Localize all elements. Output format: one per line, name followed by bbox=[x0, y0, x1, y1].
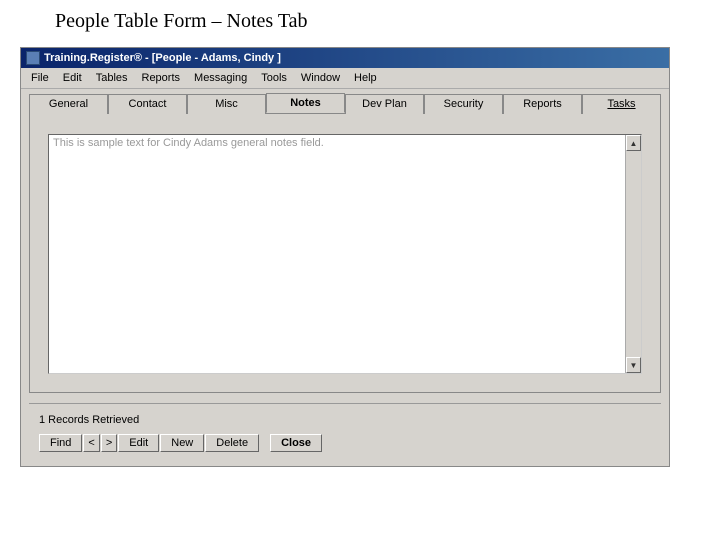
button-row: Find < > Edit New Delete Close bbox=[39, 434, 655, 452]
notes-textarea[interactable]: This is sample text for Cindy Adams gene… bbox=[48, 134, 642, 374]
tab-tasks[interactable]: Tasks bbox=[582, 94, 661, 114]
app-icon bbox=[26, 51, 40, 65]
tab-general[interactable]: General bbox=[29, 94, 108, 114]
menu-help[interactable]: Help bbox=[348, 70, 383, 86]
tab-misc[interactable]: Misc bbox=[187, 94, 266, 114]
scroll-up-icon[interactable]: ▲ bbox=[626, 135, 641, 151]
menu-file[interactable]: File bbox=[25, 70, 55, 86]
menu-messaging[interactable]: Messaging bbox=[188, 70, 253, 86]
status-records: 1 Records Retrieved bbox=[39, 414, 655, 426]
menu-tools[interactable]: Tools bbox=[255, 70, 293, 86]
notes-text[interactable]: This is sample text for Cindy Adams gene… bbox=[49, 135, 625, 373]
tab-content-notes: This is sample text for Cindy Adams gene… bbox=[29, 113, 661, 393]
scroll-down-icon[interactable]: ▼ bbox=[626, 357, 641, 373]
tab-dev-plan[interactable]: Dev Plan bbox=[345, 94, 424, 114]
tabstrip: General Contact Misc Notes Dev Plan Secu… bbox=[21, 89, 669, 113]
menubar: File Edit Tables Reports Messaging Tools… bbox=[21, 68, 669, 89]
menu-edit[interactable]: Edit bbox=[57, 70, 88, 86]
window-title: Training.Register® - [People - Adams, Ci… bbox=[44, 52, 281, 64]
close-button[interactable]: Close bbox=[270, 434, 322, 452]
menu-tables[interactable]: Tables bbox=[90, 70, 134, 86]
find-button[interactable]: Find bbox=[39, 434, 82, 452]
next-button[interactable]: > bbox=[101, 434, 117, 452]
bottom-panel: 1 Records Retrieved Find < > Edit New De… bbox=[29, 403, 661, 460]
tab-notes[interactable]: Notes bbox=[266, 93, 345, 113]
app-window: Training.Register® - [People - Adams, Ci… bbox=[20, 47, 670, 467]
delete-button[interactable]: Delete bbox=[205, 434, 259, 452]
tab-contact[interactable]: Contact bbox=[108, 94, 187, 114]
menu-reports[interactable]: Reports bbox=[136, 70, 187, 86]
prev-button[interactable]: < bbox=[83, 434, 99, 452]
tab-security[interactable]: Security bbox=[424, 94, 503, 114]
notes-scrollbar[interactable]: ▲ ▼ bbox=[625, 135, 641, 373]
titlebar: Training.Register® - [People - Adams, Ci… bbox=[21, 48, 669, 68]
tab-reports[interactable]: Reports bbox=[503, 94, 582, 114]
new-button[interactable]: New bbox=[160, 434, 204, 452]
menu-window[interactable]: Window bbox=[295, 70, 346, 86]
page-heading: People Table Form – Notes Tab bbox=[55, 10, 700, 33]
edit-button[interactable]: Edit bbox=[118, 434, 159, 452]
